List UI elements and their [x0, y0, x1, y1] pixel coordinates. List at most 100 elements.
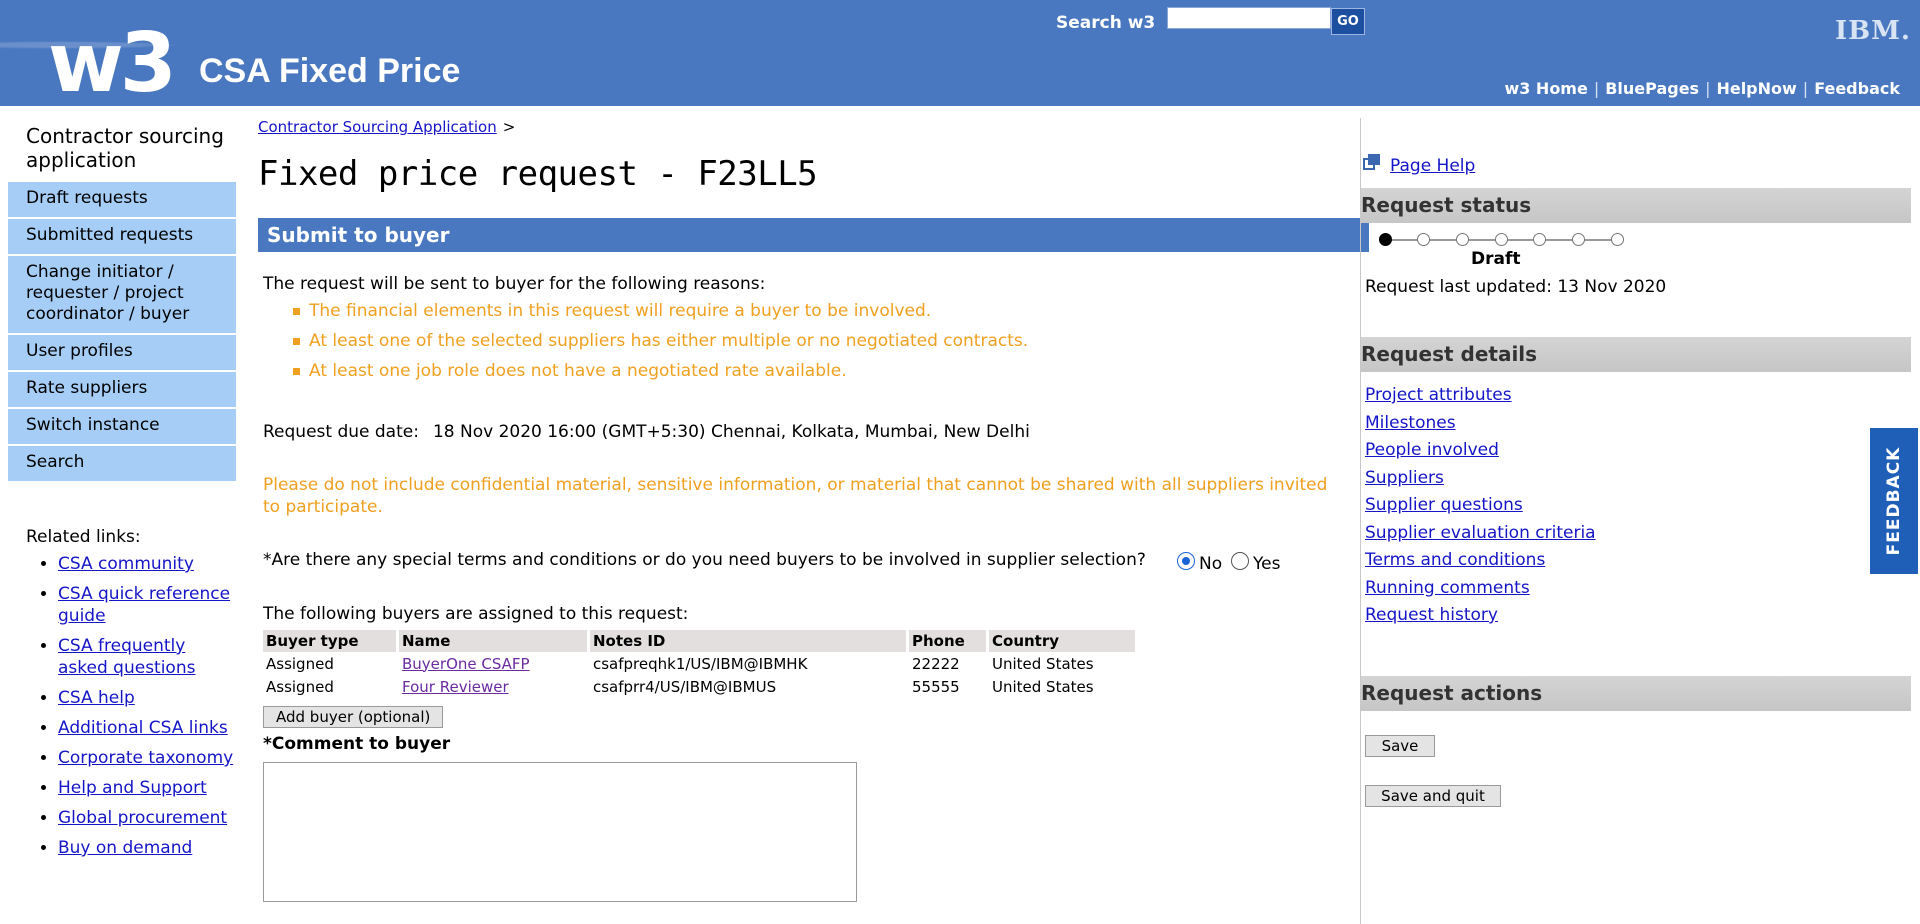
notes-id-cell: csafpreqhk1/US/IBM@IBMHK: [593, 654, 808, 673]
list-item: CSA help: [58, 687, 236, 709]
list-item: Buy on demand: [58, 837, 236, 859]
details-link-evaluation-criteria[interactable]: Supplier evaluation criteria: [1365, 520, 1913, 548]
request-details-header: Request details: [1361, 337, 1911, 372]
status-step: [1533, 233, 1546, 246]
feedback-link[interactable]: Feedback: [1814, 79, 1900, 98]
site-title[interactable]: CSA Fixed Price: [199, 52, 460, 91]
radio-yes-label[interactable]: Yes: [1253, 554, 1280, 574]
related-link-faq[interactable]: CSA frequently asked questions: [58, 636, 195, 678]
helpnow-link[interactable]: HelpNow: [1716, 79, 1796, 98]
column-header: Notes ID: [590, 630, 906, 652]
related-links-title: Related links:: [26, 527, 141, 547]
reasons-intro: The request will be sent to buyer for th…: [263, 274, 766, 294]
top-links: w3 Home | BluePages | HelpNow | Feedback: [1504, 79, 1900, 98]
related-link-additional[interactable]: Additional CSA links: [58, 718, 228, 738]
details-link-request-history[interactable]: Request history: [1365, 602, 1913, 630]
details-link-milestones[interactable]: Milestones: [1365, 410, 1913, 438]
feedback-tab-label: FEEDBACK: [1884, 446, 1904, 556]
nav-item-draft-requests[interactable]: Draft requests: [8, 182, 236, 217]
question-text: *Are there any special terms and conditi…: [263, 550, 1146, 570]
phone-cell: 55555: [912, 677, 960, 696]
details-link-terms[interactable]: Terms and conditions: [1365, 547, 1913, 575]
main-content: Contractor Sourcing Application > Fixed p…: [258, 118, 1369, 902]
nav-item-user-profiles[interactable]: User profiles: [8, 335, 236, 370]
reason-item: At least one of the selected suppliers h…: [293, 330, 1358, 352]
search-input[interactable]: [1167, 7, 1331, 29]
radio-no[interactable]: [1177, 552, 1195, 570]
country-cell: United States: [992, 654, 1094, 673]
status-label: Draft: [1471, 249, 1521, 269]
request-actions: Save Save and quit: [1365, 734, 1913, 807]
save-button[interactable]: Save: [1365, 734, 1435, 757]
right-column: Page Help Request status Draft Request l…: [1360, 118, 1913, 924]
request-actions-header: Request actions: [1361, 675, 1911, 711]
breadcrumb-link[interactable]: Contractor Sourcing Application: [258, 118, 497, 136]
related-link-quick-reference[interactable]: CSA quick reference guide: [58, 584, 230, 626]
due-date-value: 18 Nov 2020 16:00 (GMT+5:30) Chennai, Ko…: [432, 422, 1030, 442]
buyer-name-link[interactable]: Four Reviewer: [402, 678, 509, 696]
column-header: Buyer type: [263, 630, 396, 652]
details-link-project-attributes[interactable]: Project attributes: [1365, 382, 1913, 410]
status-step: [1456, 233, 1469, 246]
related-link-buy-on-demand[interactable]: Buy on demand: [58, 838, 192, 858]
related-link-taxonomy[interactable]: Corporate taxonomy: [58, 748, 233, 768]
column-header: Name: [399, 630, 587, 652]
special-terms-question: *Are there any special terms and conditi…: [263, 550, 1358, 582]
nav-item-switch-instance[interactable]: Switch instance: [8, 409, 236, 444]
reason-item: The financial elements in this request w…: [293, 300, 1358, 322]
status-step: [1572, 233, 1585, 246]
radio-yes[interactable]: [1231, 552, 1249, 570]
breadcrumb-separator: >: [502, 118, 516, 136]
page-help: Page Help: [1363, 154, 1913, 178]
page-help-link[interactable]: Page Help: [1390, 156, 1475, 176]
nav-item-rate-suppliers[interactable]: Rate suppliers: [8, 372, 236, 407]
related-link-csa-community[interactable]: CSA community: [58, 554, 194, 574]
status-step: [1495, 233, 1508, 246]
nav-item-search[interactable]: Search: [8, 446, 236, 481]
status-progress: Draft: [1379, 233, 1913, 273]
comment-textarea[interactable]: [263, 762, 857, 902]
details-link-supplier-questions[interactable]: Supplier questions: [1365, 492, 1913, 520]
section-header: Submit to buyer: [258, 218, 1369, 252]
buyer-name-cell: Four Reviewer: [399, 675, 587, 698]
nav-item-change-initiator[interactable]: Change initiator / requester / project c…: [8, 256, 236, 333]
list-item: CSA frequently asked questions: [58, 635, 236, 679]
nav-item-submitted-requests[interactable]: Submitted requests: [8, 219, 236, 254]
status-step: [1417, 233, 1430, 246]
ibm-logo[interactable]: IBM.: [1835, 16, 1911, 46]
reason-item: At least one job role does not have a ne…: [293, 360, 1358, 382]
breadcrumb: Contractor Sourcing Application >: [258, 118, 1358, 136]
details-link-suppliers[interactable]: Suppliers: [1365, 465, 1913, 493]
radio-no-label[interactable]: No: [1199, 554, 1222, 574]
list-item: Additional CSA links: [58, 717, 236, 739]
related-link-csa-help[interactable]: CSA help: [58, 688, 135, 708]
w3-home-link[interactable]: w3 Home: [1504, 79, 1587, 98]
masthead: w3 CSA Fixed Price Search w3 GO IBM. w3 …: [0, 0, 1920, 110]
bluepages-link[interactable]: BluePages: [1605, 79, 1699, 98]
w3-logo[interactable]: w3: [48, 18, 177, 110]
help-window-icon[interactable]: [1363, 154, 1380, 170]
page-title: Fixed price request - F23LL5: [258, 154, 818, 194]
divider: |: [1802, 79, 1809, 98]
add-buyer-button[interactable]: Add buyer (optional): [263, 706, 444, 728]
notes-id-cell: csafprr4/US/IBM@IBMUS: [593, 677, 777, 696]
details-link-running-comments[interactable]: Running comments: [1365, 575, 1913, 603]
country-cell: United States: [992, 677, 1094, 696]
request-status-header: Request status: [1361, 188, 1911, 223]
go-button[interactable]: GO: [1331, 8, 1365, 35]
buyer-name-link[interactable]: BuyerOne CSAFP: [402, 655, 530, 673]
table-row: Assigned Four Reviewer csafprr4/US/IBM@I…: [263, 675, 1135, 698]
status-step: [1611, 233, 1624, 246]
divider: |: [1593, 79, 1600, 98]
list-item: Help and Support: [58, 777, 236, 799]
list-item: CSA community: [58, 553, 236, 575]
left-nav: Contractor sourcing application Draft re…: [8, 124, 236, 867]
related-link-help-support[interactable]: Help and Support: [58, 778, 207, 798]
buyers-intro: The following buyers are assigned to thi…: [263, 604, 689, 624]
save-and-quit-button[interactable]: Save and quit: [1365, 784, 1501, 807]
feedback-tab[interactable]: FEEDBACK: [1870, 428, 1918, 574]
details-link-people-involved[interactable]: People involved: [1365, 437, 1913, 465]
comment-label: *Comment to buyer: [263, 734, 451, 754]
related-link-global-procurement[interactable]: Global procurement: [58, 808, 227, 828]
phone-cell: 22222: [912, 654, 960, 673]
